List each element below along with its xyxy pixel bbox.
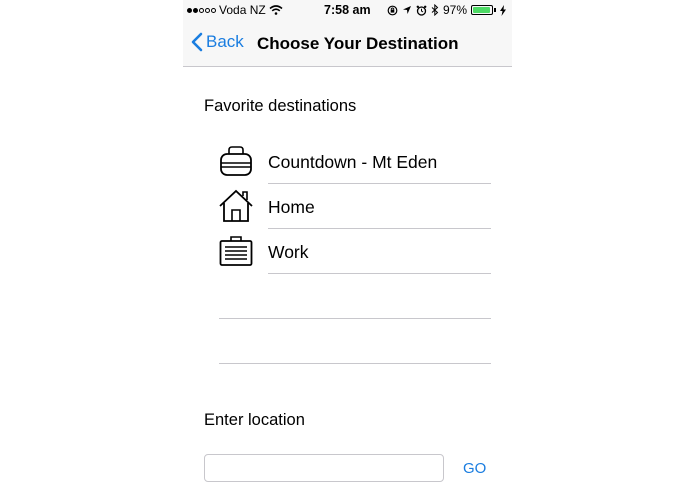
battery-percent: 97% xyxy=(442,3,467,17)
status-right: 97% xyxy=(387,3,506,17)
battery-fill xyxy=(473,7,491,13)
rotation-lock-icon xyxy=(387,5,398,15)
battery-cap xyxy=(494,8,496,12)
page-title: Choose Your Destination xyxy=(257,34,459,53)
location-arrow-icon xyxy=(402,6,411,14)
location-heading: Enter location xyxy=(204,411,305,429)
alarm-clock-icon xyxy=(416,5,427,16)
favorite-item-countdown[interactable]: Countdown - Mt Eden xyxy=(219,139,491,184)
carrier-name: Voda NZ xyxy=(219,3,266,17)
phone-screen: Voda NZ 7:58 am 97% Back Choose Your Des… xyxy=(183,0,512,494)
favorite-item-label: Home xyxy=(268,197,315,217)
house-icon xyxy=(219,189,253,222)
status-bar: Voda NZ 7:58 am 97% xyxy=(183,0,512,20)
chevron-left-icon xyxy=(191,32,203,52)
go-button[interactable]: GO xyxy=(463,460,486,477)
status-left: Voda NZ xyxy=(187,3,283,17)
bluetooth-icon xyxy=(431,4,439,16)
row-divider xyxy=(219,363,491,364)
wifi-icon xyxy=(269,5,283,15)
battery-icon xyxy=(471,5,493,15)
location-input[interactable] xyxy=(204,454,444,482)
shopping-bag-icon xyxy=(220,146,252,176)
back-label: Back xyxy=(206,32,244,51)
status-time: 7:58 am xyxy=(324,3,371,17)
charging-bolt-icon xyxy=(500,4,506,16)
empty-favorite-slot[interactable] xyxy=(219,319,491,364)
favorites-heading: Favorite destinations xyxy=(204,97,357,115)
favorite-item-label: Work xyxy=(268,242,309,262)
navigation-bar: Back Choose Your Destination xyxy=(183,20,512,67)
briefcase-icon xyxy=(219,236,253,266)
signal-dots-icon xyxy=(187,7,216,13)
favorite-item-home[interactable]: Home xyxy=(219,184,491,229)
favorite-item-label: Countdown - Mt Eden xyxy=(268,152,438,172)
favorite-item-work[interactable]: Work xyxy=(219,229,491,274)
back-button[interactable]: Back xyxy=(191,32,244,52)
empty-favorite-slot[interactable] xyxy=(219,274,491,319)
favorites-list: Countdown - Mt Eden Home Work xyxy=(219,139,491,364)
